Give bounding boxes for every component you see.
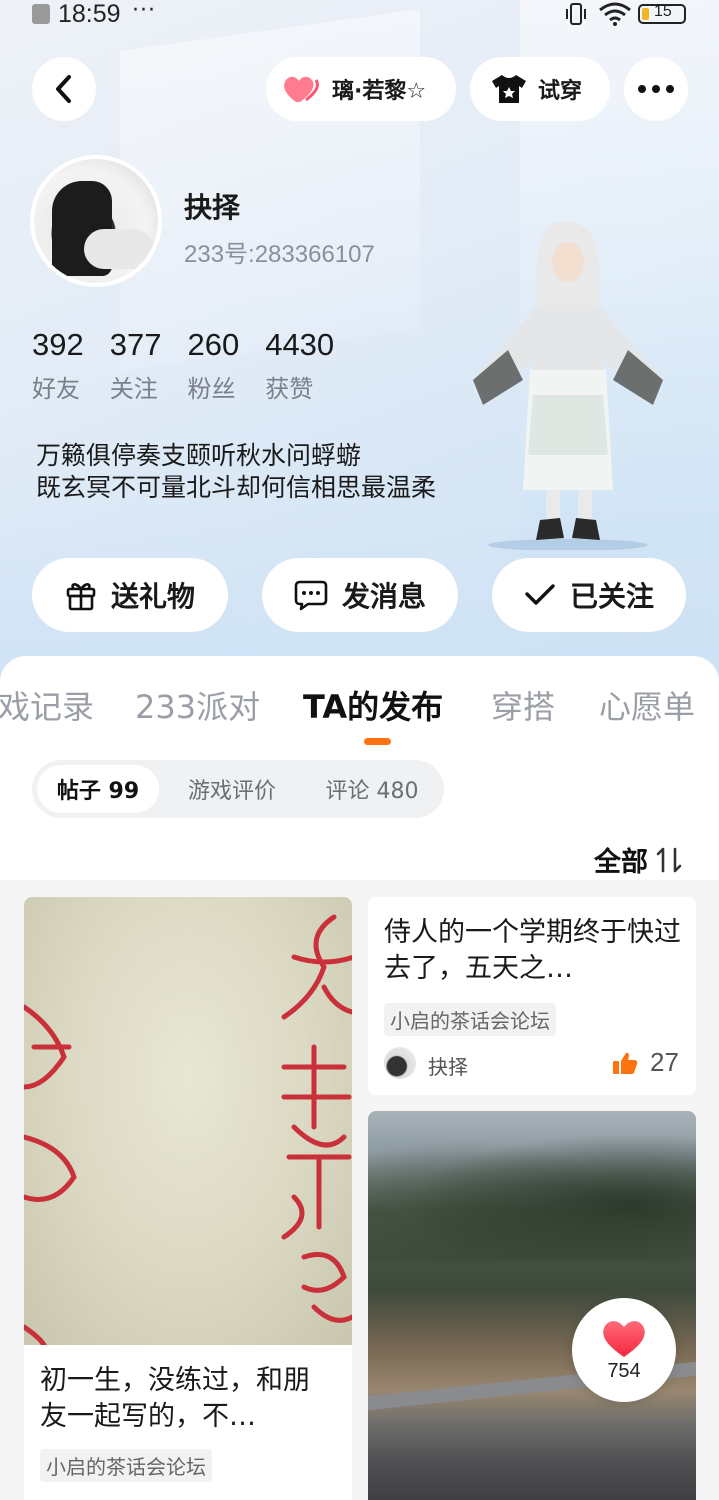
send-message-button[interactable]: 发消息 [262, 558, 458, 632]
stat-label: 粉丝 [187, 375, 236, 403]
vibrate-icon [566, 3, 586, 25]
sort-icon [656, 847, 682, 872]
forum-tag[interactable]: 小启的茶话会论坛 [384, 1003, 556, 1036]
post-title: 初一生，没练过，和朋友一起写的，不… [40, 1365, 310, 1432]
tab-wishlist[interactable]: 心愿单 [599, 682, 695, 728]
chat-bubble-icon [294, 580, 328, 611]
check-icon [525, 584, 555, 605]
post-image-trees [368, 1121, 696, 1261]
username: 抉择 [184, 191, 241, 224]
notification-icon [32, 4, 50, 24]
avatar-character[interactable] [468, 220, 668, 550]
sort-label: 全部 [594, 847, 648, 878]
stat-value: 377 [109, 327, 162, 362]
like-count: 27 [650, 1047, 679, 1077]
send-message-label: 发消息 [341, 580, 426, 613]
segment-comments[interactable]: 评论 480 [305, 765, 439, 813]
following-label: 已关注 [569, 580, 654, 613]
tshirt-icon [492, 75, 526, 103]
stat-label: 获赞 [265, 375, 314, 403]
stat-label: 好友 [32, 375, 80, 403]
stat-likes: 4430 获赞 [265, 327, 334, 404]
like-button[interactable]: 27 [612, 1047, 679, 1078]
forum-tag[interactable]: 小启的茶话会论坛 [40, 1449, 212, 1482]
stat-label: 关注 [109, 375, 158, 403]
floating-like-count: 754 [607, 1359, 641, 1382]
back-button[interactable] [32, 57, 96, 121]
status-time: 18:59 [58, 0, 121, 28]
try-on-label: 试穿 [538, 79, 583, 104]
segment-game-reviews[interactable]: 游戏评价 [167, 765, 297, 813]
relationship-badge-button[interactable]: 璃·若黎☆ [266, 57, 456, 121]
user-id: 233号:283366107 [184, 241, 375, 268]
heart-icon [603, 1320, 645, 1357]
chevron-left-icon [56, 75, 71, 103]
bio-line: 既玄冥不可量北斗却何信相思最温柔 [36, 473, 437, 502]
stat-friends[interactable]: 392 好友 [32, 327, 84, 404]
profile-tabs: 戏记录 233派对 TA的发布 穿搭 心愿单 [0, 682, 719, 732]
post-card[interactable]: 初一生，没练过，和朋友一起写的，不… 小启的茶话会论坛 [24, 897, 352, 1500]
tab-233-party[interactable]: 233派对 [135, 682, 260, 728]
post-type-segment: 帖子 99 游戏评价 评论 480 [32, 760, 444, 818]
bio-line: 万籁俱停奏支颐听秋水问蜉蝣 [36, 441, 362, 470]
status-more-icon: ··· [132, 0, 156, 23]
status-bar: 18:59 ··· 15 [0, 0, 719, 30]
stat-value: 4430 [265, 327, 335, 362]
more-icon [638, 85, 674, 93]
segment-posts[interactable]: 帖子 99 [37, 765, 159, 813]
avatar[interactable] [30, 155, 162, 287]
battery-icon: 15 [638, 3, 686, 24]
post-card[interactable]: 侍人的一个学期终于快过去了，五天之… 小启的茶话会论坛 抉择 27 [368, 897, 696, 1095]
send-gift-button[interactable]: 送礼物 [32, 558, 228, 632]
active-tab-indicator [364, 738, 391, 745]
battery-level: 15 [654, 3, 672, 20]
stat-value: 392 [32, 327, 84, 362]
stat-value: 260 [187, 327, 240, 362]
send-gift-label: 送礼物 [110, 580, 195, 613]
more-options-button[interactable] [624, 57, 688, 121]
tab-posts[interactable]: TA的发布 [303, 682, 443, 728]
sort-button[interactable]: 全部 [594, 840, 682, 879]
calligraphy-image [24, 914, 352, 1348]
wifi-icon [599, 2, 631, 26]
author-avatar [384, 1047, 416, 1079]
tab-outfits[interactable]: 穿搭 [491, 682, 555, 728]
gift-icon [66, 583, 96, 611]
stat-followers[interactable]: 260 粉丝 [187, 327, 239, 404]
heart-icon [284, 76, 320, 102]
bio: 万籁俱停奏支颐听秋水问蜉蝣 既玄冥不可量北斗却何信相思最温柔 [36, 440, 436, 504]
following-button[interactable]: 已关注 [492, 558, 686, 632]
stats-row: 392 好友 377 关注 260 粉丝 4430 获赞 [32, 327, 360, 404]
post-image [24, 897, 352, 1348]
relationship-badge-label: 璃·若黎☆ [332, 79, 427, 104]
try-on-button[interactable]: 试穿 [470, 57, 610, 121]
tab-game-records[interactable]: 戏记录 [0, 682, 94, 728]
stat-following[interactable]: 377 关注 [110, 327, 162, 404]
floating-like-button[interactable]: 754 [572, 1298, 676, 1402]
post-title: 侍人的一个学期终于快过去了，五天之… [384, 917, 681, 984]
author-name: 抉择 [428, 1055, 468, 1079]
thumbs-up-icon [613, 1052, 638, 1074]
